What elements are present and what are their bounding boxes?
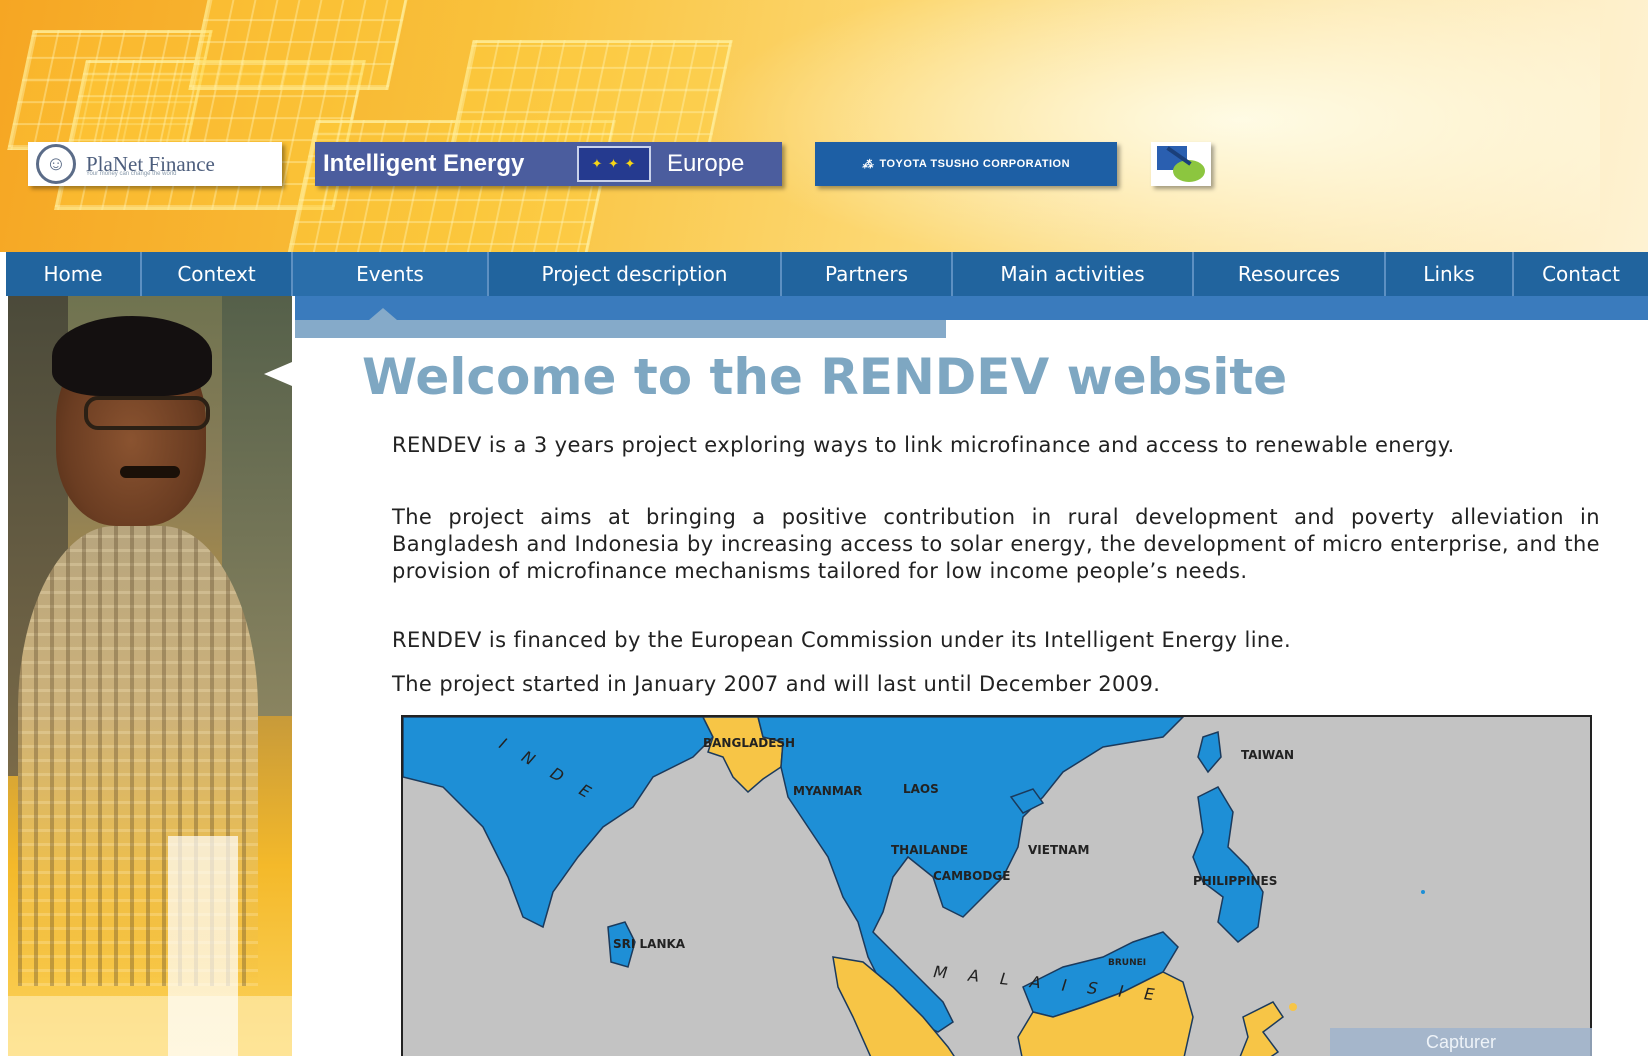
timeline-paragraph: The project started in January 2007 and …: [392, 672, 1161, 696]
partner-logo: [1151, 142, 1211, 186]
nav-events[interactable]: Events: [293, 252, 489, 296]
map-label-taiwan: TAIWAN: [1241, 748, 1294, 762]
europe-text: Europe: [667, 150, 745, 177]
header-banner: ☺ PlaNet Finance Your money can change t…: [0, 0, 1648, 252]
intelligent-energy-logo: Intelligent Energy ✦ ✦ ✦ Europe: [315, 142, 782, 186]
south-east-asia-map: I N D E BANGLADESH MYANMAR LAOS TAIWAN T…: [401, 715, 1592, 1056]
nav-context[interactable]: Context: [142, 252, 293, 296]
sub-navigation-accent: [295, 320, 946, 338]
map-label-vietnam: VIETNAM: [1028, 843, 1089, 857]
nav-links[interactable]: Links: [1386, 252, 1514, 296]
planet-finance-logo: ☺ PlaNet Finance Your money can change t…: [28, 142, 282, 186]
map-sulawesi: [1239, 1001, 1285, 1056]
financing-paragraph: RENDEV is financed by the European Commi…: [392, 628, 1292, 652]
active-tab-pointer: [369, 308, 397, 320]
toyota-tsusho-icon: ⁂: [861, 158, 874, 171]
sidebar-photo: [8, 296, 292, 1056]
toyota-tsusho-logo: ⁂ TOYOTA TSUSHO CORPORATION: [815, 142, 1117, 186]
page-title: Welcome to the RENDEV website: [362, 348, 1288, 406]
map-label-thailande: THAILANDE: [891, 843, 968, 857]
map-india: [403, 717, 714, 929]
map-label-laos: LAOS: [903, 782, 939, 796]
map-label-bangladesh: BANGLADESH: [703, 736, 795, 750]
map-philippines: [1192, 786, 1264, 943]
nav-resources[interactable]: Resources: [1194, 252, 1386, 296]
map-label-brunei: BRUNEI: [1108, 958, 1146, 968]
nav-project-description[interactable]: Project description: [489, 252, 782, 296]
capture-button[interactable]: Capturer: [1330, 1028, 1592, 1056]
nav-contact[interactable]: Contact: [1514, 252, 1648, 296]
main-nav: Home Context Events Project description …: [6, 252, 1648, 296]
toyota-tsusho-text: TOYOTA TSUSHO CORPORATION: [879, 158, 1071, 170]
intelligent-energy-text: Intelligent Energy: [323, 150, 525, 177]
map-label-cambodge: CAMBODGE: [933, 869, 1010, 883]
nav-partners[interactable]: Partners: [782, 252, 953, 296]
nav-main-activities[interactable]: Main activities: [953, 252, 1194, 296]
aims-paragraph: The project aims at bringing a positive …: [392, 505, 1600, 583]
planet-finance-tagline: Your money can change the world: [86, 171, 177, 177]
smiley-globe-icon: ☺: [36, 144, 76, 184]
map-label-myanmar: MYANMAR: [793, 784, 862, 798]
eu-flag-icon: ✦ ✦ ✦: [577, 146, 651, 182]
nav-home[interactable]: Home: [6, 252, 142, 296]
sidebar-notch: [264, 362, 292, 386]
map-label-philippines: PHILIPPINES: [1193, 874, 1277, 888]
map-label-sri-lanka: SRI LANKA: [613, 937, 686, 951]
intro-paragraph: RENDEV is a 3 years project exploring wa…: [392, 433, 1455, 457]
sub-navigation-bar: [295, 296, 1648, 320]
map-taiwan: [1197, 730, 1222, 774]
